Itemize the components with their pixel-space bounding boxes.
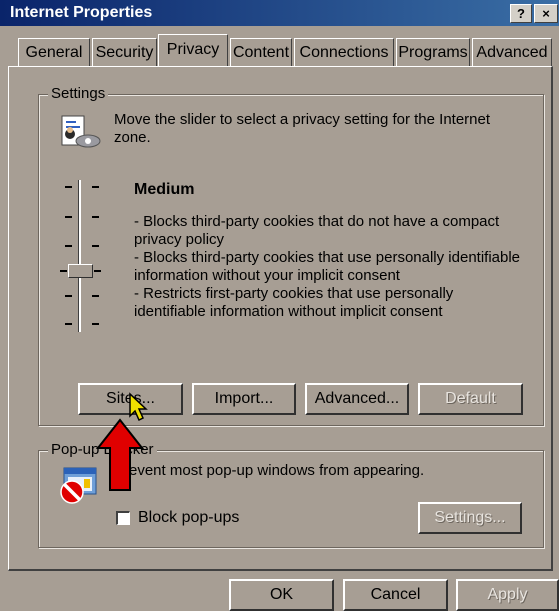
slider-tick xyxy=(92,323,99,325)
slider-thumb[interactable] xyxy=(68,264,93,278)
default-button[interactable]: Default xyxy=(418,383,523,415)
slider-track xyxy=(78,180,81,332)
cancel-button[interactable]: Cancel xyxy=(343,579,448,611)
tab-general[interactable]: General xyxy=(18,38,90,66)
popup-settings-button[interactable]: Settings... xyxy=(418,502,522,534)
slider-tick xyxy=(92,186,99,188)
privacy-slider[interactable] xyxy=(54,180,114,340)
slider-tick xyxy=(60,270,67,272)
help-button[interactable]: ? xyxy=(510,4,532,23)
tab-connections[interactable]: Connections xyxy=(294,38,394,66)
tab-security[interactable]: Security xyxy=(92,38,157,66)
ok-button[interactable]: OK xyxy=(229,579,334,611)
slider-tick xyxy=(92,245,99,247)
popup-blocker-icon xyxy=(56,465,100,505)
slider-tick xyxy=(92,295,99,297)
settings-instruction: Move the slider to select a privacy sett… xyxy=(114,111,491,146)
mouse-cursor xyxy=(128,392,150,422)
privacy-icon xyxy=(58,113,102,153)
settings-legend: Settings xyxy=(48,85,109,102)
red-arrow-annotation xyxy=(95,418,145,492)
block-popups-label[interactable]: Block pop-ups xyxy=(138,509,239,527)
tab-advanced[interactable]: Advanced xyxy=(472,38,552,66)
window-title: Internet Properties xyxy=(10,4,153,21)
tab-content[interactable]: Content xyxy=(230,38,292,66)
advanced-button[interactable]: Advanced... xyxy=(305,383,409,415)
slider-tick xyxy=(65,323,72,325)
slider-tick xyxy=(65,295,72,297)
title-bar[interactable]: Internet Properties ? × xyxy=(0,0,559,26)
tab-privacy[interactable]: Privacy xyxy=(158,34,228,66)
privacy-level-title: Medium xyxy=(134,181,195,198)
privacy-level-point: - Restricts first-party cookies that use… xyxy=(134,285,454,320)
slider-tick xyxy=(65,245,72,247)
import-button[interactable]: Import... xyxy=(192,383,296,415)
privacy-level-point: - Blocks third-party cookies that do not… xyxy=(134,213,500,248)
block-popups-checkbox[interactable] xyxy=(116,511,130,525)
slider-tick xyxy=(94,270,101,272)
popup-instruction: Prevent most pop-up windows from appeari… xyxy=(114,462,425,479)
slider-tick xyxy=(92,216,99,218)
slider-tick xyxy=(65,216,72,218)
apply-button[interactable]: Apply xyxy=(456,579,559,611)
tab-programs[interactable]: Programs xyxy=(396,38,470,66)
close-button[interactable]: × xyxy=(534,4,558,23)
slider-tick xyxy=(65,186,72,188)
privacy-level-point: - Blocks third-party cookies that use pe… xyxy=(134,249,521,284)
